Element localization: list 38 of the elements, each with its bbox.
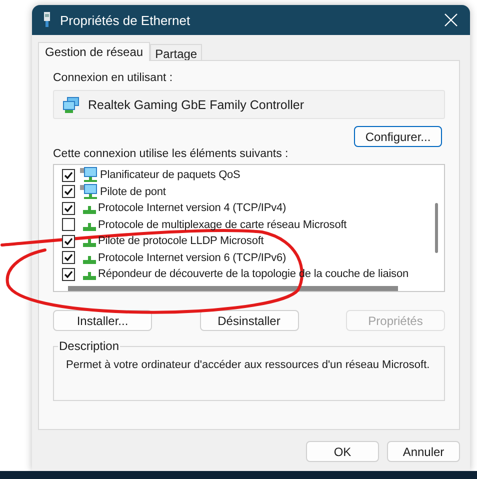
description-title: Description [58,339,120,353]
components-label: Cette connexion utilise les éléments suivants : [53,147,290,161]
adapter-name: Realtek Gaming GbE Family Controller [88,98,304,112]
component-name[interactable]: Protocole Internet version 4 (TCP/IPv4) [98,202,286,214]
checkbox[interactable] [62,234,75,248]
plug-icon [42,12,52,28]
network-service-icon [80,184,98,200]
component-name[interactable]: Planificateur de paquets QoS [100,169,240,182]
scrollbar-thumb[interactable] [68,286,398,291]
network-service-icon [80,167,98,184]
component-name[interactable]: Pilote de protocole LLDP Microsoft [98,235,264,248]
component-name[interactable]: Protocole Internet version 6 (TCP/IPv6) [98,252,286,264]
network-protocol-icon [83,256,96,264]
checkbox[interactable] [62,202,75,215]
network-adapter-icon [62,96,80,112]
tab[interactable]: Gestion de réseau [38,42,150,61]
network-protocol-icon [83,222,96,231]
checkbox[interactable] [62,251,75,264]
component-name[interactable]: Pilote de pont [100,186,166,198]
checkbox[interactable] [62,218,75,232]
network-protocol-icon [83,239,96,248]
checkbox[interactable] [62,268,75,281]
window-title: Propriétés de Ethernet [60,12,192,28]
dialog-button[interactable]: Annuler [387,441,460,462]
network-protocol-icon [83,272,96,280]
scrollbar-thumb[interactable] [435,203,438,253]
checkbox[interactable] [62,185,75,198]
checkbox[interactable] [62,168,75,182]
close-icon[interactable] [444,13,458,27]
action-button[interactable]: Installer... [53,310,152,331]
network-protocol-icon [83,206,96,214]
description-text: Permet à votre ordinateur d'accéder aux ressources d'un réseau Microsoft. [66,359,430,371]
component-name[interactable]: Protocole de multiplexage de carte réseau Microsoft [98,218,347,231]
dialog-button[interactable]: OK [306,441,379,462]
tab[interactable]: Partage [150,44,202,60]
configure-button[interactable]: Configurer... [354,126,442,147]
connection-label: Connexion en utilisant : [53,71,174,85]
action-button[interactable]: Désinstaller [200,310,298,331]
